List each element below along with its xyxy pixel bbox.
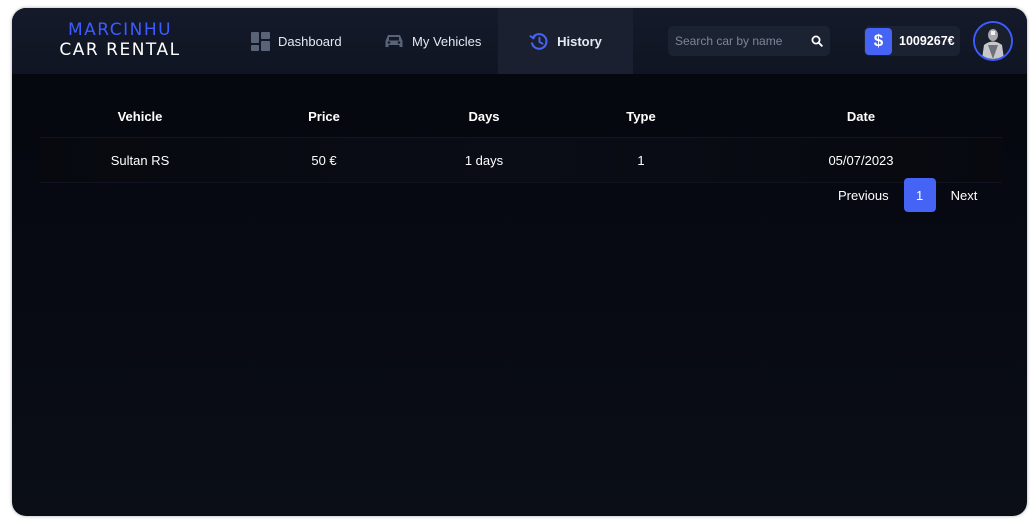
history-table: Vehicle Price Days Type Date Sultan RS 5… [40, 95, 1002, 183]
column-header-days: Days [468, 108, 500, 124]
cell-date: 05/07/2023 [828, 152, 894, 168]
wallet-balance: $ 1009267€ [864, 26, 960, 56]
cell-price: 50 € [311, 152, 337, 168]
table-header: Vehicle Price Days Type Date [40, 95, 1002, 138]
column-header-price: Price [308, 108, 340, 124]
nav-my-vehicles[interactable]: My Vehicles [384, 8, 481, 74]
page-number-button[interactable]: 1 [903, 178, 936, 212]
nav-history-label: History [557, 33, 602, 49]
cell-days: 1 days [464, 152, 504, 168]
app-window: MARCINHU CAR RENTAL Dashboard My Vehicle… [12, 8, 1027, 516]
search-input[interactable] [675, 34, 803, 48]
brand-title-top: MARCINHU [67, 20, 173, 40]
dashboard-icon [250, 31, 270, 51]
car-icon [384, 31, 404, 51]
nav-my-vehicles-label: My Vehicles [412, 33, 482, 49]
nav-dashboard-label: Dashboard [278, 33, 342, 49]
cell-type: 1 [637, 152, 645, 168]
table-row: Sultan RS 50 € 1 days 1 05/07/2023 [40, 138, 1002, 183]
brand-logo: MARCINHU CAR RENTAL [40, 20, 200, 60]
top-bar: MARCINHU CAR RENTAL Dashboard My Vehicle… [12, 8, 1027, 74]
column-header-date: Date [846, 108, 876, 124]
dollar-icon: $ [865, 27, 892, 55]
balance-amount: 1009267€ [899, 34, 955, 48]
brand-title-bottom: CAR RENTAL [59, 40, 181, 60]
avatar-image [975, 23, 1011, 59]
nav-history[interactable]: History [498, 8, 633, 74]
pagination: Previous 1 Next [838, 178, 977, 212]
column-header-vehicle: Vehicle [117, 108, 163, 124]
next-page-button[interactable]: Next [951, 188, 978, 203]
previous-page-button[interactable]: Previous [838, 188, 889, 203]
nav-dashboard[interactable]: Dashboard [250, 8, 342, 74]
search-box [668, 26, 830, 56]
column-header-type: Type [626, 108, 656, 124]
history-icon [529, 31, 549, 51]
cell-vehicle: Sultan RS [110, 152, 170, 168]
user-avatar[interactable] [973, 21, 1013, 61]
search-icon[interactable] [807, 31, 827, 51]
